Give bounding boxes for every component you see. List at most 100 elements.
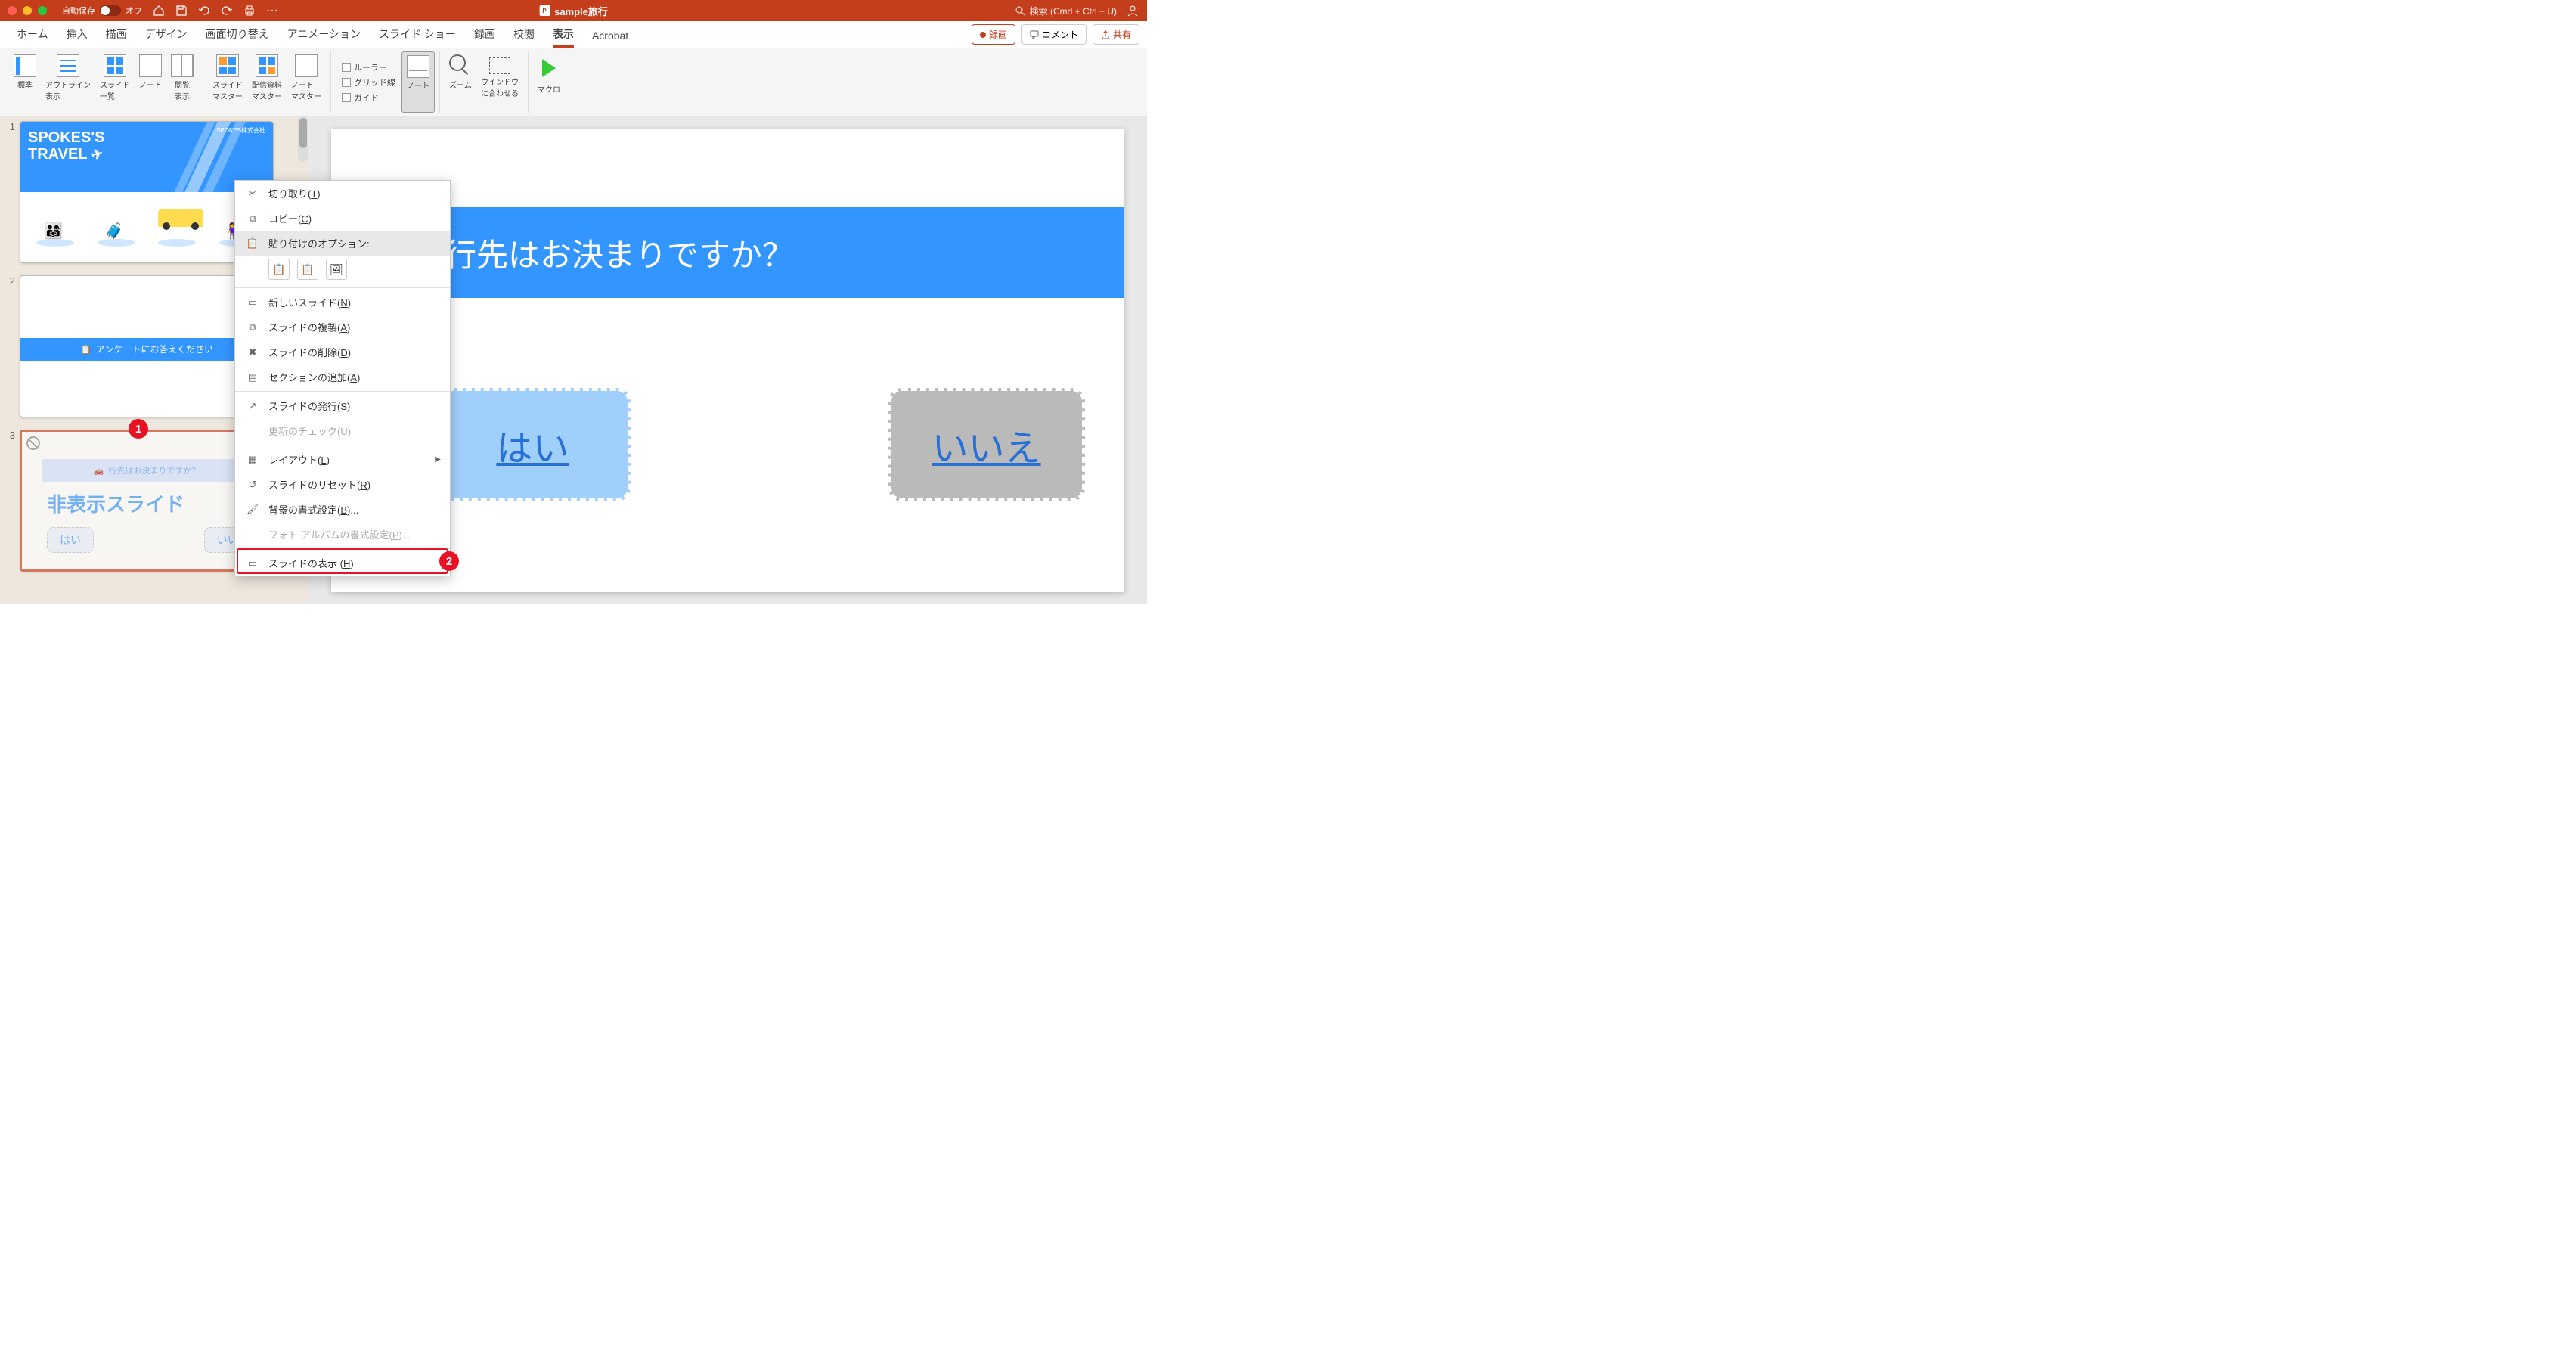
no-button[interactable]: いいえ (888, 388, 1085, 501)
close-window-button[interactable] (8, 6, 17, 15)
annotation-badge-2: 2 (439, 551, 459, 571)
ctx-new-slide[interactable]: ▭新しいスライド(N) (235, 290, 450, 315)
reading-view-button[interactable]: 閲覧 表示 (166, 51, 198, 113)
paste-option-picture[interactable]: 🖼 (326, 259, 347, 280)
publish-icon: ↗ (246, 399, 259, 413)
layout-icon: ▦ (246, 453, 259, 467)
clipboard-icon: 📋 (80, 344, 91, 355)
document-title: P sample旅行 (539, 4, 608, 18)
gridlines-checkbox[interactable]: グリッド線 (342, 75, 395, 90)
profile-icon[interactable] (1126, 4, 1139, 17)
notes-toggle-button[interactable]: ノート (401, 51, 435, 113)
new-slide-icon: ▭ (246, 296, 259, 309)
delete-icon: ✖ (246, 346, 259, 359)
share-button[interactable]: 共有 (1093, 24, 1139, 45)
section-icon: ▤ (246, 371, 259, 384)
duplicate-icon: ⧉ (246, 321, 259, 334)
search-icon (1015, 5, 1025, 16)
macro-button[interactable]: マクロ (533, 51, 565, 113)
ctx-cut[interactable]: ✂切り取り(T) (235, 181, 450, 206)
tab-review[interactable]: 校閲 (504, 20, 544, 48)
print-icon[interactable] (243, 5, 256, 17)
autosave-toggle[interactable]: 自動保存 オフ (62, 5, 142, 17)
slide-sorter-button[interactable]: スライド 一覧 (95, 51, 135, 113)
tab-right-controls: 録画 コメント 共有 (972, 24, 1139, 45)
slide-number: 3 (5, 430, 15, 572)
search-placeholder: 検索 (Cmd + Ctrl + U) (1030, 5, 1117, 17)
tab-home[interactable]: ホーム (8, 20, 57, 48)
autosave-state: オフ (126, 5, 142, 17)
hidden-slide-label: 非表示スライド (47, 489, 184, 517)
save-icon[interactable] (175, 5, 188, 17)
home-icon[interactable] (153, 5, 165, 17)
ctx-duplicate-slide[interactable]: ⧉スライドの複製(A) (235, 315, 450, 340)
tab-insert[interactable]: 挿入 (57, 20, 97, 48)
tab-acrobat[interactable]: Acrobat (583, 23, 637, 48)
undo-icon[interactable] (198, 5, 210, 17)
toggle-switch[interactable] (100, 5, 121, 16)
fit-window-button[interactable]: ウインドウ に合わせる (476, 51, 523, 113)
show-slide-icon: ▭ (246, 557, 259, 570)
ribbon-tabs: ホーム 挿入 描画 デザイン 画面切り替え アニメーション スライド ショー 録… (0, 21, 1147, 48)
tab-transitions[interactable]: 画面切り替え (197, 20, 278, 48)
outline-view-button[interactable]: アウトライン 表示 (41, 51, 95, 113)
show-group: ルーラー グリッド線 ガイド ノート (331, 51, 440, 113)
minimize-window-button[interactable] (23, 6, 32, 15)
ctx-format-background[interactable]: 🖌背景の書式設定(B)... (235, 497, 450, 522)
ctx-layout[interactable]: ▦レイアウト(L)▶ (235, 447, 450, 472)
zoom-button[interactable]: ズーム (445, 51, 476, 113)
paste-icon: 📋 (246, 237, 259, 250)
ctx-check-updates: 更新のチェック(U) (235, 418, 450, 443)
copy-icon: ⧉ (246, 212, 259, 225)
paste-options-row: 📋 📋 🖼 (235, 256, 450, 286)
notes-page-button[interactable]: ノート (135, 51, 166, 113)
more-icon[interactable]: ⋯ (266, 5, 278, 17)
ribbon: 標準 アウトライン 表示 スライド 一覧 ノート 閲覧 表示 スライド マスター… (0, 48, 1147, 116)
slide-master-button[interactable]: スライド マスター (208, 51, 247, 113)
tab-view[interactable]: 表示 (544, 20, 583, 48)
guides-checkbox[interactable]: ガイド (342, 90, 395, 105)
handout-master-button[interactable]: 配信資料 マスター (247, 51, 287, 113)
context-menu: ✂切り取り(T) ⧉コピー(C) 📋貼り付けのオプション: 📋 📋 🖼 ▭新しい… (234, 180, 451, 576)
tab-draw[interactable]: 描画 (97, 20, 136, 48)
maximize-window-button[interactable] (38, 6, 47, 15)
powerpoint-icon: P (539, 5, 550, 16)
tab-slideshow[interactable]: スライド ショー (370, 20, 465, 48)
scrollbar[interactable] (298, 116, 308, 162)
notes-master-button[interactable]: ノート マスター (287, 51, 326, 113)
autosave-label: 自動保存 (62, 5, 95, 17)
ctx-reset-slide[interactable]: ↺スライドのリセット(R) (235, 472, 450, 497)
slide-number: 2 (5, 275, 15, 417)
paste-option-theme[interactable]: 📋 (268, 259, 290, 280)
paste-option-source[interactable]: 📋 (297, 259, 318, 280)
quick-access-toolbar: ⋯ (153, 5, 278, 17)
slide-number: 1 (5, 121, 15, 263)
search-field[interactable]: 検索 (Cmd + Ctrl + U) (1015, 5, 1117, 17)
comment-button[interactable]: コメント (1021, 24, 1087, 45)
ctx-delete-slide[interactable]: ✖スライドの削除(D) (235, 340, 450, 365)
main-area: 1 SPOKES株式会社 SPOKES'STRAVEL ✈ 👨‍👩‍👧 🧳 👫 … (0, 116, 1147, 604)
hidden-slide-icon (26, 436, 40, 450)
macro-group: マクロ (529, 51, 569, 113)
chevron-right-icon: ▶ (435, 455, 441, 464)
tab-design[interactable]: デザイン (136, 20, 197, 48)
normal-view-button[interactable]: 標準 (9, 51, 41, 113)
show-checkboxes: ルーラー グリッド線 ガイド (336, 51, 401, 113)
background-icon: 🖌 (246, 503, 259, 517)
zoom-group: ズーム ウインドウ に合わせる (440, 51, 529, 113)
ctx-add-section[interactable]: ▤セクションの追加(A) (235, 365, 450, 389)
ctx-show-slide[interactable]: ▭スライドの表示 (H) (235, 551, 450, 576)
tab-animations[interactable]: アニメーション (278, 20, 370, 48)
ctx-photo-album: フォト アルバムの書式設定(P)... (235, 522, 450, 547)
ctx-copy[interactable]: ⧉コピー(C) (235, 206, 450, 231)
tab-record[interactable]: 録画 (465, 20, 504, 48)
yes-button[interactable]: はい (434, 388, 631, 501)
ctx-publish-slide[interactable]: ↗スライドの発行(S) (235, 393, 450, 418)
redo-icon[interactable] (221, 5, 233, 17)
cut-icon: ✂ (246, 187, 259, 200)
ruler-checkbox[interactable]: ルーラー (342, 60, 395, 75)
reset-icon: ↺ (246, 478, 259, 492)
record-button[interactable]: 録画 (972, 24, 1015, 45)
ctx-paste-options[interactable]: 📋貼り付けのオプション: (235, 231, 450, 256)
annotation-badge-1: 1 (129, 419, 148, 439)
